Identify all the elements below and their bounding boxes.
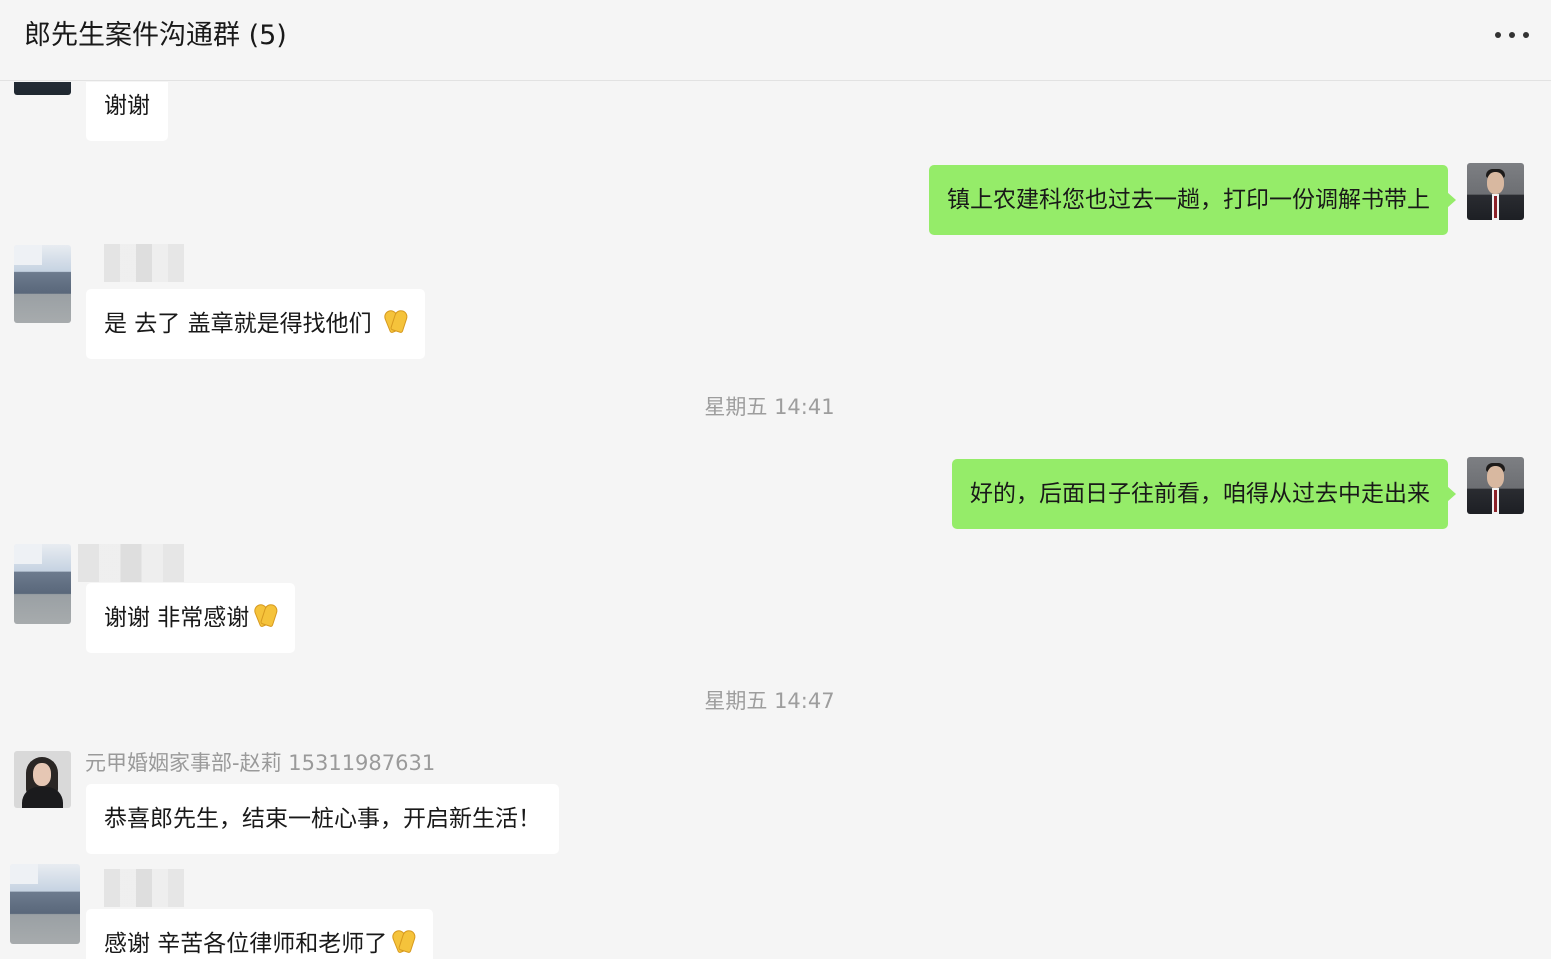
- more-options-icon[interactable]: [1495, 22, 1529, 48]
- message-text: 谢谢 非常感谢: [104, 605, 250, 631]
- message-bubble[interactable]: 谢谢: [86, 82, 168, 141]
- sender-name: [104, 869, 184, 907]
- avatar[interactable]: [14, 245, 71, 323]
- avatar[interactable]: [14, 751, 71, 808]
- chat-header: 郎先生案件沟通群 (5): [0, 0, 1551, 81]
- avatar[interactable]: [1467, 163, 1524, 220]
- message-bubble[interactable]: 恭喜郎先生，结束一桩心事，开启新生活！: [86, 784, 559, 854]
- avatar[interactable]: [1467, 457, 1524, 514]
- message-bubble[interactable]: 镇上农建科您也过去一趟，打印一份调解书带上: [929, 165, 1456, 235]
- folded-hands-icon: [381, 311, 407, 333]
- message-bubble[interactable]: 是 去了 盖章就是得找他们: [86, 289, 425, 359]
- message-bubble[interactable]: 谢谢 非常感谢: [86, 583, 296, 653]
- message-text: 感谢 辛苦各位律师和老师了: [104, 931, 388, 957]
- message-bubble[interactable]: 感谢 辛苦各位律师和老师了: [86, 909, 434, 959]
- folded-hands-icon: [389, 931, 415, 953]
- message-list[interactable]: 谢谢 镇上农建科您也过去一趟，打印一份调解书带上 是 去了 盖章就是得找他们 星…: [0, 82, 1551, 959]
- avatar[interactable]: [14, 544, 71, 624]
- sender-name: 元甲婚姻家事部-赵莉 15311987631: [85, 751, 436, 775]
- message-bubble[interactable]: 好的，后面日子往前看，咱得从过去中走出来: [952, 459, 1456, 529]
- timestamp: 星期五 14:47: [704, 689, 835, 713]
- message-text: 是 去了 盖章就是得找他们: [104, 311, 379, 337]
- avatar[interactable]: [10, 864, 80, 944]
- sender-name: [78, 544, 184, 582]
- avatar[interactable]: [14, 82, 71, 95]
- sender-name: [104, 244, 184, 282]
- timestamp: 星期五 14:41: [704, 395, 835, 419]
- folded-hands-icon: [251, 605, 277, 627]
- chat-title: 郎先生案件沟通群 (5): [24, 20, 287, 51]
